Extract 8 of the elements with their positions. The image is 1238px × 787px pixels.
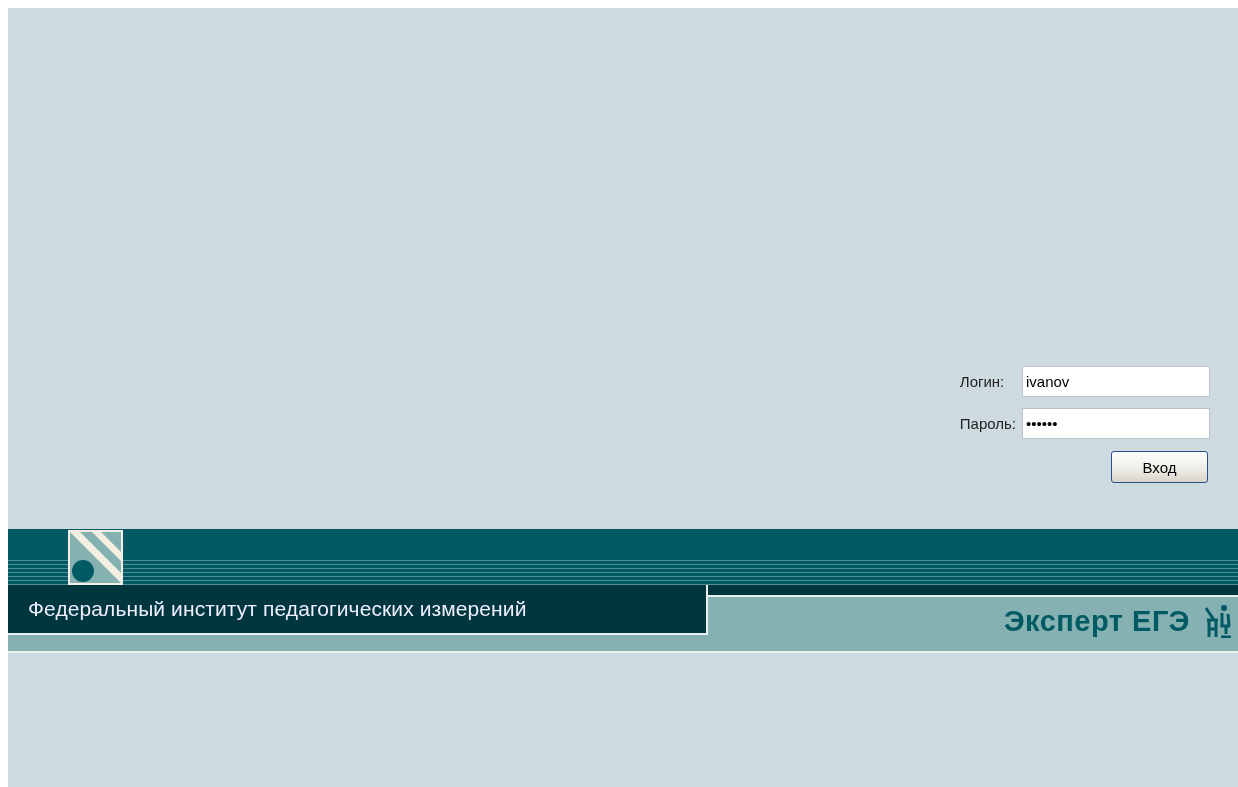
login-button[interactable]: Вход bbox=[1111, 451, 1208, 483]
input-field[interactable]: •••••• bbox=[1022, 408, 1210, 439]
product-name: Эксперт ЕГЭ bbox=[1003, 604, 1190, 638]
person-at-desk-icon bbox=[1204, 604, 1232, 638]
field-label: Логин: bbox=[959, 373, 1006, 390]
field-label: Пароль: bbox=[959, 415, 1016, 432]
organization-name: Федеральный институт педагогических измерений bbox=[28, 597, 527, 621]
input-field[interactable]: ivanov bbox=[1022, 366, 1210, 397]
